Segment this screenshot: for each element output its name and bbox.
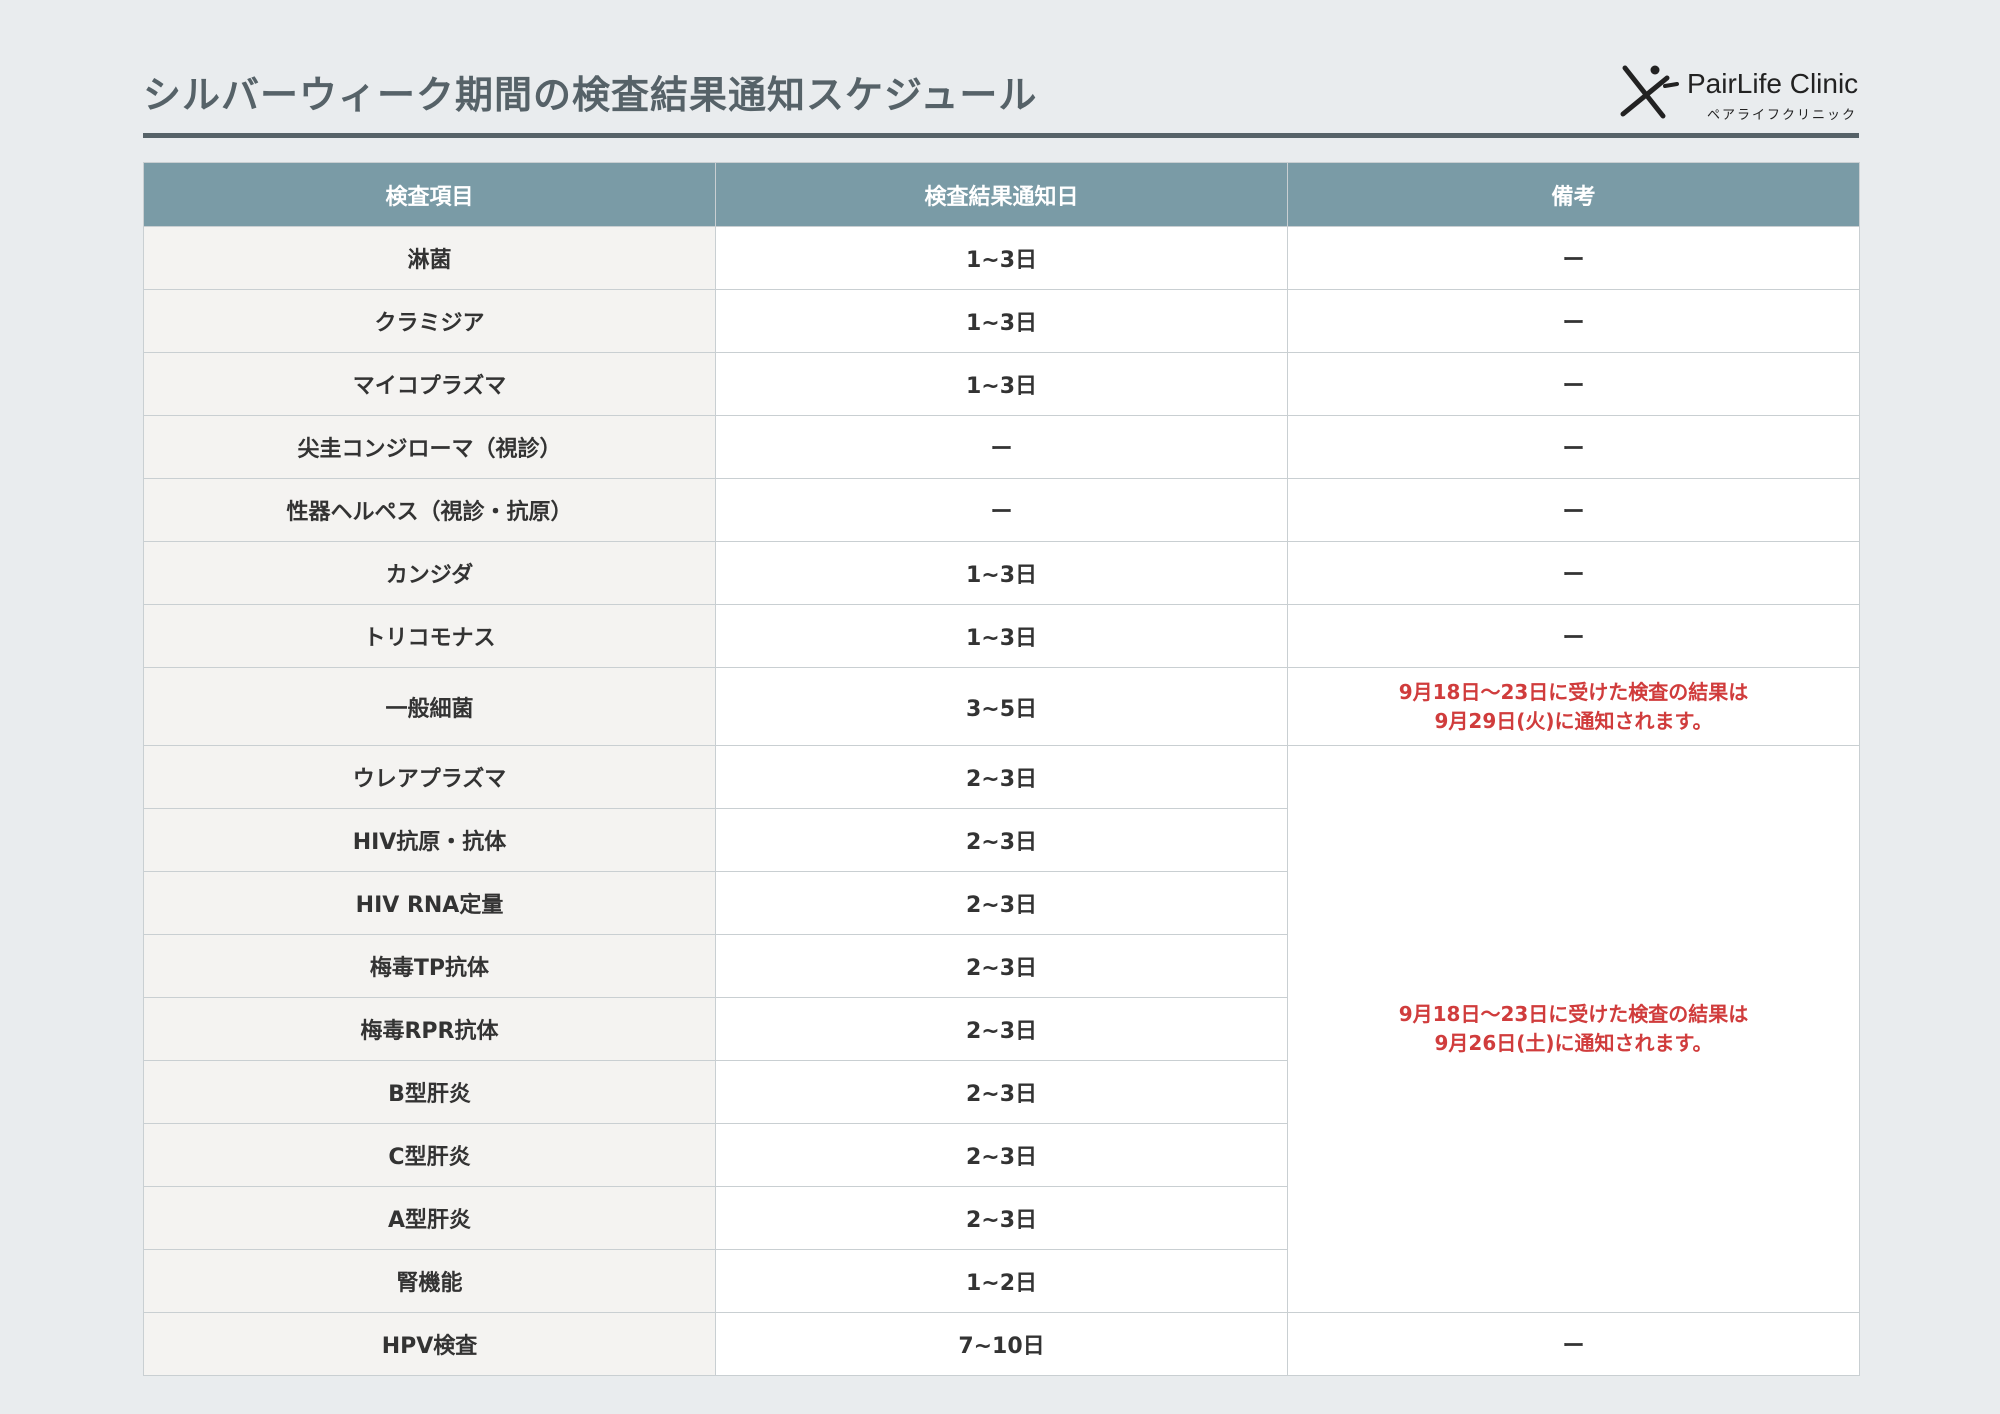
notification-days-cell: 1~3日 [715, 541, 1288, 605]
test-item-cell: マイコプラズマ [143, 352, 716, 416]
test-item-cell: HIV RNA定量 [143, 871, 716, 935]
remarks-cell: ー [1287, 541, 1860, 605]
notification-days-cell: 2~3日 [715, 1123, 1288, 1187]
test-item-cell: 尖圭コンジローマ（視診） [143, 415, 716, 479]
notification-days-cell: 7~10日 [715, 1312, 1288, 1376]
notification-days-cell: 2~3日 [715, 934, 1288, 998]
remarks-cell: ー [1287, 415, 1860, 479]
table-row: カンジダ 1~3日 ー [143, 541, 1860, 605]
notification-days-cell: 2~3日 [715, 871, 1288, 935]
notification-days-cell: 1~3日 [715, 226, 1288, 290]
test-item-cell: 梅毒RPR抗体 [143, 997, 716, 1061]
remarks-cell: ー [1287, 226, 1860, 290]
notification-days-cell: 2~3日 [715, 1060, 1288, 1124]
test-item-cell: カンジダ [143, 541, 716, 605]
test-item-cell: 梅毒TP抗体 [143, 934, 716, 998]
remarks-cell: ー [1287, 352, 1860, 416]
clinic-logo: PairLife Clinic ペアライフクリニック [1619, 64, 1859, 124]
test-item-cell: A型肝炎 [143, 1186, 716, 1250]
table-row: HPV検査 7~10日 ー [143, 1312, 1860, 1376]
column-header-notification-date: 検査結果通知日 [715, 162, 1288, 227]
notification-days-cell: 3~5日 [715, 667, 1288, 746]
table-row: 性器ヘルペス（視診・抗原） ー ー [143, 478, 1860, 542]
table-row: トリコモナス 1~3日 ー [143, 604, 1860, 668]
remarks-cell: ー [1287, 1312, 1860, 1376]
test-item-cell: 性器ヘルペス（視診・抗原） [143, 478, 716, 542]
remarks-cell: ー [1287, 604, 1860, 668]
notification-days-cell: 1~3日 [715, 604, 1288, 668]
notification-days-cell: 1~2日 [715, 1249, 1288, 1313]
notification-days-cell: 2~3日 [715, 745, 1288, 809]
notice-line: 9月29日(火)に通知されます。 [1434, 708, 1713, 733]
page-header: シルバーウィーク期間の検査結果通知スケジュール PairLife Clinic … [143, 58, 1859, 138]
table-row: 一般細菌 3~5日 9月18日～23日に受けた検査の結果は 9月29日(火)に通… [143, 667, 1860, 746]
test-item-cell: トリコモナス [143, 604, 716, 668]
table-row: 淋菌 1~3日 ー [143, 226, 1860, 290]
table-row: 尖圭コンジローマ（視診） ー ー [143, 415, 1860, 479]
clinic-name: PairLife Clinic [1687, 68, 1859, 99]
notification-days-cell: 1~3日 [715, 289, 1288, 353]
remarks-cell: ー [1287, 478, 1860, 542]
test-item-cell: HIV抗原・抗体 [143, 808, 716, 872]
notice-line: 9月18日～23日に受けた検査の結果は [1398, 1002, 1749, 1026]
results-schedule-table: 検査項目 検査結果通知日 備考 淋菌 1~3日 ー クラミジア 1~3日 ー マ… [143, 162, 1860, 1376]
header-divider [143, 133, 1859, 138]
pairlife-figure-icon [1620, 65, 1679, 119]
notification-days-cell: 1~3日 [715, 352, 1288, 416]
notification-days-cell: ー [715, 478, 1288, 542]
notification-days-cell: ー [715, 415, 1288, 479]
test-item-cell: クラミジア [143, 289, 716, 353]
notification-days-cell: 2~3日 [715, 997, 1288, 1061]
notification-days-cell: 2~3日 [715, 1186, 1288, 1250]
column-header-remarks: 備考 [1287, 162, 1860, 227]
table-row: クラミジア 1~3日 ー [143, 289, 1860, 353]
page-title: シルバーウィーク期間の検査結果通知スケジュール [143, 73, 1038, 117]
test-item-cell: HPV検査 [143, 1312, 716, 1376]
notice-line: 9月18日～23日に受けた検査の結果は [1398, 679, 1749, 704]
clinic-name-kana: ペアライフクリニック [1707, 108, 1858, 123]
table-row: マイコプラズマ 1~3日 ー [143, 352, 1860, 416]
test-item-cell: B型肝炎 [143, 1060, 716, 1124]
test-item-cell: C型肝炎 [143, 1123, 716, 1187]
notification-days-cell: 2~3日 [715, 808, 1288, 872]
test-item-cell: 淋菌 [143, 226, 716, 290]
table-row: ウレアプラズマ 2~3日 9月18日～23日に受けた検査の結果は 9月26日(土… [143, 745, 1860, 1313]
notice-line: 9月26日(土)に通知されます。 [1434, 1031, 1713, 1055]
remarks-merged-notice: 9月18日～23日に受けた検査の結果は 9月26日(土)に通知されます。 [1287, 745, 1860, 1313]
remarks-cell-notice: 9月18日～23日に受けた検査の結果は 9月29日(火)に通知されます。 [1287, 667, 1860, 746]
table-header-row: 検査項目 検査結果通知日 備考 [143, 162, 1860, 227]
test-item-cell: ウレアプラズマ [143, 745, 716, 809]
test-item-cell: 腎機能 [143, 1249, 716, 1313]
test-item-cell: 一般細菌 [143, 667, 716, 746]
remarks-cell: ー [1287, 289, 1860, 353]
column-header-test-item: 検査項目 [143, 162, 716, 227]
